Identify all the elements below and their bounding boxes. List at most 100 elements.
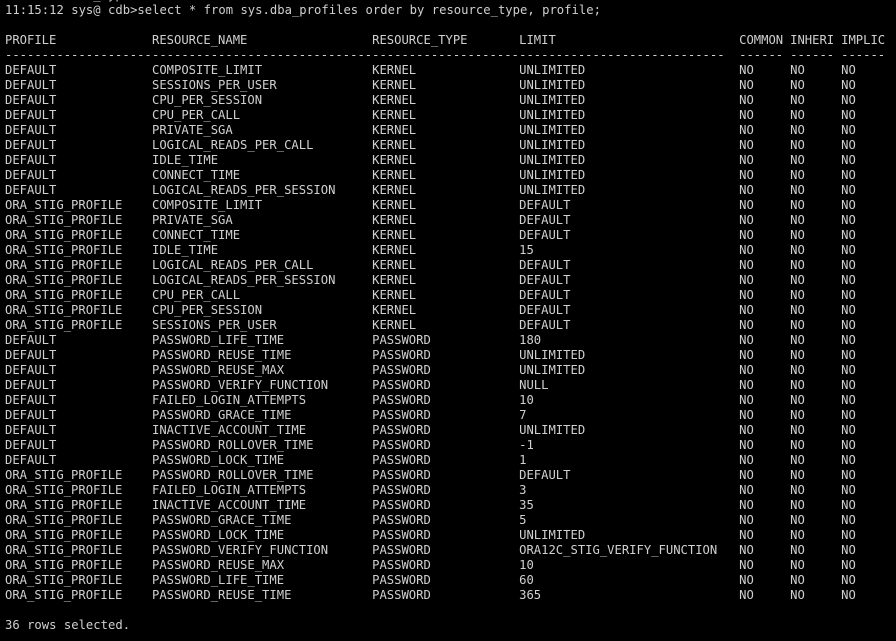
cell-resource-type: KERNEL [372, 138, 417, 152]
cell-resource-type: PASSWORD [372, 483, 431, 497]
cell-implicit: NO [841, 78, 856, 92]
cell-profile: ORA_STIG_PROFILE [5, 318, 123, 332]
scrollback-partial-line: col resource_type format a20 [5, 0, 896, 3]
cell-profile: ORA_STIG_PROFILE [5, 228, 123, 242]
table-row: ORA_STIG_PROFILE FAILED_LOGIN_ATTEMPTS PAS… [5, 483, 892, 498]
table-separator-row: -------------------- -------------------… [5, 48, 892, 63]
cell-resource-type: PASSWORD [372, 438, 431, 452]
cell-implicit: NO [841, 528, 856, 542]
column-separator-implicit: ------ [841, 48, 886, 62]
cell-resource-name: CPU_PER_SESSION [152, 303, 263, 317]
table-head: PROFILE RESOURCE_NAME RESOURCE_TYPE LIMI… [5, 33, 892, 63]
table-row: DEFAULT PASSWORD_VERIFY_FUNCTION PASSWORD N… [5, 378, 892, 393]
cell-common: NO [739, 573, 754, 587]
table-row: ORA_STIG_PROFILE PASSWORD_LOCK_TIME PASSWO… [5, 528, 892, 543]
cell-common: NO [739, 528, 754, 542]
cell-resource-type: PASSWORD [372, 588, 431, 602]
cell-inherited: NO [790, 423, 805, 437]
cell-resource-name: PASSWORD_GRACE_TIME [152, 513, 292, 527]
cell-limit: UNLIMITED [519, 153, 586, 167]
cell-profile: ORA_STIG_PROFILE [5, 303, 123, 317]
cell-resource-name: COMPOSITE_LIMIT [152, 198, 263, 212]
cell-limit: 365 [519, 588, 542, 602]
column-header-profile: PROFILE [5, 33, 57, 47]
cell-common: NO [739, 168, 754, 182]
column-separator-limit: ---------------------------- [519, 48, 725, 62]
cell-inherited: NO [790, 258, 805, 272]
terminal-window[interactable]: col resource_type format a20 11:15:12 sy… [0, 0, 896, 641]
cell-common: NO [739, 558, 754, 572]
table-row: DEFAULT INACTIVE_ACCOUNT_TIME PASSWORD UNLI… [5, 423, 892, 438]
cell-inherited: NO [790, 558, 805, 572]
cell-inherited: NO [790, 393, 805, 407]
cell-limit: DEFAULT [519, 273, 571, 287]
cell-inherited: NO [790, 168, 805, 182]
cell-inherited: NO [790, 198, 805, 212]
cell-limit: UNLIMITED [519, 168, 586, 182]
cell-common: NO [739, 318, 754, 332]
cell-common: NO [739, 258, 754, 272]
cell-profile: DEFAULT [5, 348, 57, 362]
query-result-table: PROFILE RESOURCE_NAME RESOURCE_TYPE LIMI… [5, 33, 892, 603]
cell-resource-type: KERNEL [372, 318, 417, 332]
cell-common: NO [739, 183, 754, 197]
cell-implicit: NO [841, 393, 856, 407]
cell-profile: DEFAULT [5, 333, 57, 347]
cell-implicit: NO [841, 573, 856, 587]
cell-resource-name: CPU_PER_CALL [152, 108, 241, 122]
cell-resource-name: PASSWORD_VERIFY_FUNCTION [152, 378, 329, 392]
cell-limit: UNLIMITED [519, 183, 586, 197]
table-row: ORA_STIG_PROFILE PRIVATE_SGA KERNEL DEFAULT… [5, 213, 892, 228]
column-header-resource-name: RESOURCE_NAME [152, 33, 248, 47]
cell-profile: ORA_STIG_PROFILE [5, 243, 123, 257]
cell-inherited: NO [790, 483, 805, 497]
table-row: DEFAULT PASSWORD_REUSE_TIME PASSWORD UNLIMI… [5, 348, 892, 363]
cell-implicit: NO [841, 423, 856, 437]
cell-profile: DEFAULT [5, 123, 57, 137]
cell-inherited: NO [790, 363, 805, 377]
cell-inherited: NO [790, 528, 805, 542]
cell-limit: UNLIMITED [519, 423, 586, 437]
cell-resource-type: KERNEL [372, 258, 417, 272]
cell-common: NO [739, 78, 754, 92]
cell-profile: ORA_STIG_PROFILE [5, 258, 123, 272]
table-row: ORA_STIG_PROFILE LOGICAL_READS_PER_SESSIO… [5, 273, 892, 288]
cell-resource-type: PASSWORD [372, 498, 431, 512]
cell-implicit: NO [841, 333, 856, 347]
cell-inherited: NO [790, 123, 805, 137]
cell-profile: DEFAULT [5, 138, 57, 152]
cell-inherited: NO [790, 408, 805, 422]
cell-limit: UNLIMITED [519, 78, 586, 92]
cell-implicit: NO [841, 213, 856, 227]
cell-resource-name: LOGICAL_READS_PER_SESSION [152, 273, 336, 287]
cell-resource-name: LOGICAL_READS_PER_CALL [152, 258, 314, 272]
cell-limit: UNLIMITED [519, 348, 586, 362]
cell-limit: DEFAULT [519, 228, 571, 242]
cell-implicit: NO [841, 168, 856, 182]
cell-resource-type: PASSWORD [372, 468, 431, 482]
cell-inherited: NO [790, 318, 805, 332]
table-row: DEFAULT COMPOSITE_LIMIT KERNEL UNLIMITED NO N… [5, 63, 892, 78]
cell-common: NO [739, 63, 754, 77]
cell-resource-type: PASSWORD [372, 543, 431, 557]
cell-profile: DEFAULT [5, 453, 57, 467]
cell-limit: UNLIMITED [519, 123, 586, 137]
cell-resource-type: PASSWORD [372, 423, 431, 437]
cell-resource-type: KERNEL [372, 228, 417, 242]
cell-resource-name: LOGICAL_READS_PER_SESSION [152, 183, 336, 197]
cell-inherited: NO [790, 153, 805, 167]
cell-common: NO [739, 423, 754, 437]
cell-resource-type: KERNEL [372, 288, 417, 302]
cell-limit: 15 [519, 243, 534, 257]
cell-resource-name: IDLE_TIME [152, 153, 219, 167]
cell-common: NO [739, 213, 754, 227]
cell-limit: DEFAULT [519, 213, 571, 227]
cell-limit: 1 [519, 453, 527, 467]
cell-common: NO [739, 333, 754, 347]
cell-implicit: NO [841, 588, 856, 602]
prompt-command-line[interactable]: 11:15:12 sys@ cdb>select * from sys.dba_… [5, 3, 896, 18]
cell-resource-type: KERNEL [372, 78, 417, 92]
cell-limit: DEFAULT [519, 258, 571, 272]
